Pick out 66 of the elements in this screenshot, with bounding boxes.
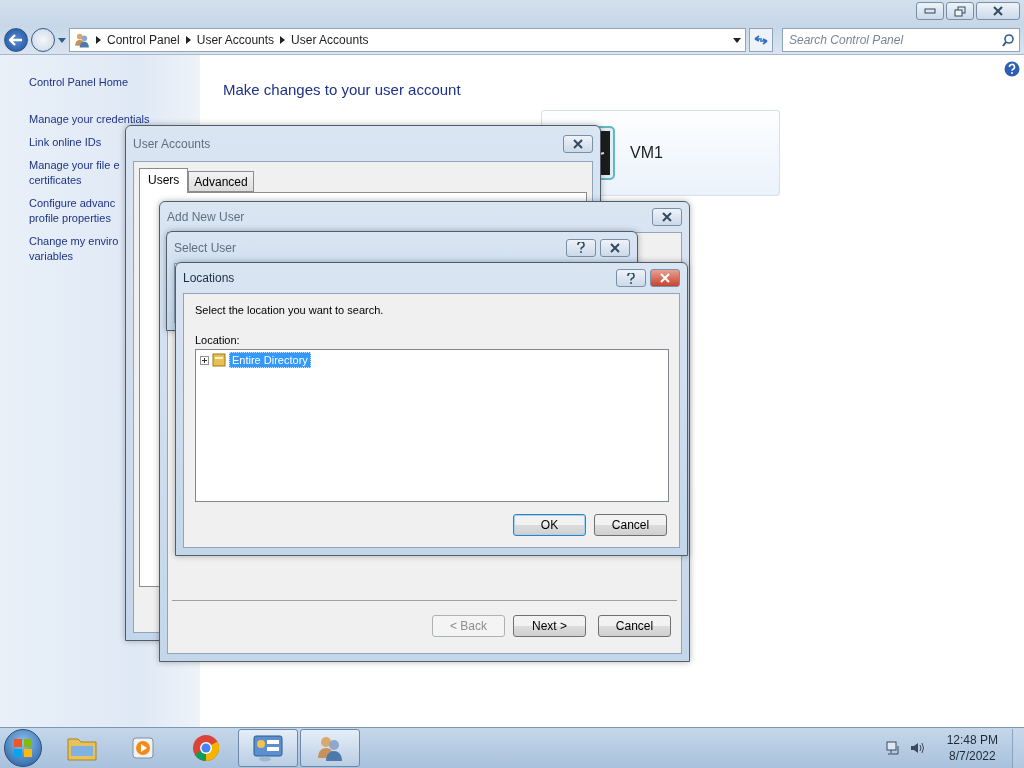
refresh-icon xyxy=(754,34,768,46)
page-heading: Make changes to your user account xyxy=(223,81,462,98)
users-icon xyxy=(74,32,90,48)
close-button[interactable] xyxy=(652,208,682,226)
close-icon xyxy=(609,242,621,253)
address-bar[interactable]: Control Panel User Accounts User Accounts xyxy=(69,28,746,52)
clock-time: 12:48 PM xyxy=(946,732,998,748)
close-button[interactable] xyxy=(650,269,680,287)
account-name: VM1 xyxy=(630,144,663,162)
breadcrumb[interactable]: User Accounts xyxy=(196,33,275,47)
chevron-icon[interactable] xyxy=(280,36,286,44)
sidebar-link[interactable]: Manage your credentials xyxy=(29,112,200,127)
close-button[interactable] xyxy=(563,134,593,153)
close-icon xyxy=(572,138,584,149)
close-icon xyxy=(992,6,1004,16)
taskbar-button[interactable] xyxy=(238,729,298,767)
refresh-button[interactable] xyxy=(749,28,773,52)
breadcrumb[interactable]: Control Panel xyxy=(107,33,180,47)
minimize-icon xyxy=(924,8,936,14)
restore-button[interactable] xyxy=(946,2,974,20)
close-button[interactable] xyxy=(600,238,630,257)
back-button[interactable] xyxy=(4,28,28,52)
help-button[interactable] xyxy=(616,269,646,287)
close-button[interactable] xyxy=(976,2,1020,20)
taskbar-button[interactable] xyxy=(300,729,360,767)
volume-icon[interactable] xyxy=(908,740,925,756)
control-panel-icon xyxy=(253,734,283,762)
tab[interactable]: Advanced xyxy=(188,171,254,192)
directory-icon xyxy=(212,353,226,367)
users-icon xyxy=(316,734,344,762)
expand-icon[interactable] xyxy=(200,355,209,365)
browser-icon xyxy=(192,734,220,762)
back-arrow-icon xyxy=(9,34,23,46)
close-icon xyxy=(659,273,671,283)
wizard-button[interactable]: Next > xyxy=(513,615,586,637)
dialog-button[interactable]: Cancel xyxy=(594,514,667,536)
dialog-title: Add New User xyxy=(167,210,246,224)
help-icon xyxy=(577,242,585,253)
dropdown-icon[interactable] xyxy=(733,37,741,43)
sidebar-link[interactable]: Control Panel Home xyxy=(29,75,200,90)
dialog-title: User Accounts xyxy=(133,136,212,151)
breadcrumb[interactable]: User Accounts xyxy=(291,33,369,47)
close-icon xyxy=(661,212,673,222)
prompt-text: Select the location you want to search. xyxy=(195,304,385,316)
minimize-button[interactable] xyxy=(916,2,944,20)
location-label: Location: xyxy=(195,334,241,346)
network-icon[interactable] xyxy=(884,740,901,756)
folder-icon xyxy=(67,735,97,761)
start-logo xyxy=(13,738,33,758)
chevron-icon[interactable] xyxy=(96,36,101,44)
restore-icon xyxy=(954,5,966,17)
search-icon[interactable] xyxy=(1002,34,1014,47)
chevron-icon[interactable] xyxy=(185,36,191,44)
forward-button[interactable] xyxy=(31,28,55,52)
wizard-button[interactable]: Cancel xyxy=(598,615,671,637)
search-field[interactable]: Search Control Panel xyxy=(782,28,1020,52)
start-button[interactable] xyxy=(4,729,42,767)
clock-date: 8/7/2022 xyxy=(948,748,996,764)
dialog-title: Select User xyxy=(174,240,238,255)
tab[interactable]: Users xyxy=(139,168,189,193)
help-icon[interactable] xyxy=(1004,61,1020,77)
dialog-button[interactable]: OK xyxy=(513,514,586,536)
help-button[interactable] xyxy=(566,238,596,257)
help-icon xyxy=(627,272,635,284)
media-player-icon xyxy=(131,735,157,761)
dialog-title: Locations xyxy=(183,271,236,285)
